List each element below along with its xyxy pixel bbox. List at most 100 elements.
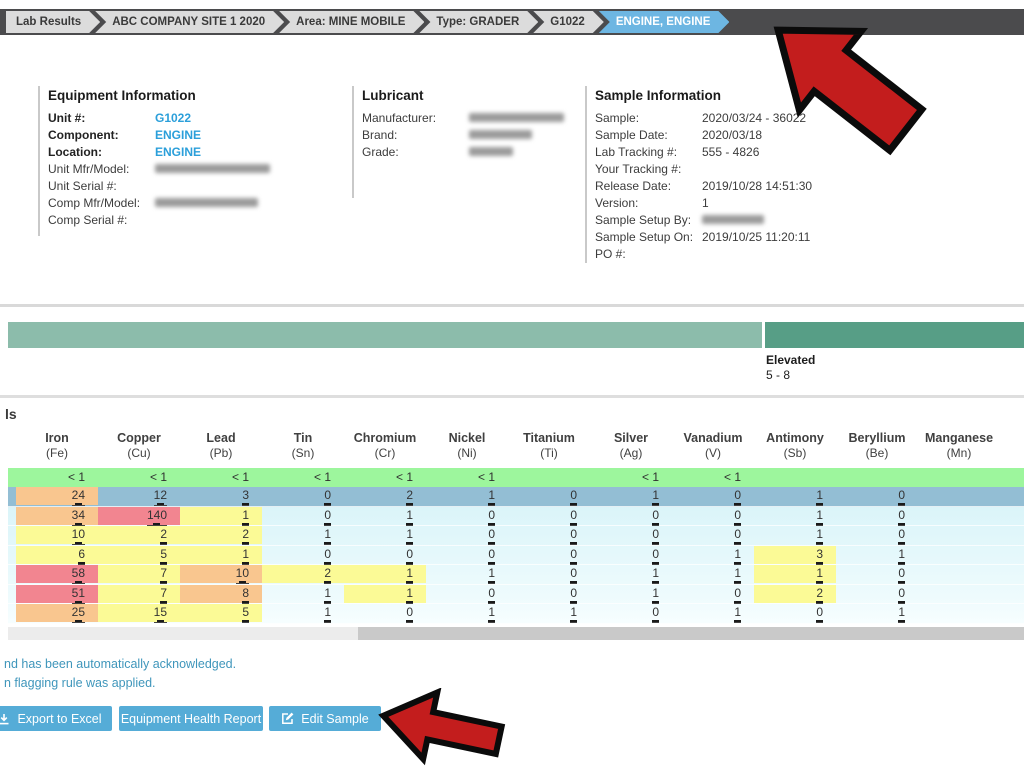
value-cell[interactable]: 1 xyxy=(590,487,672,505)
value-cell[interactable]: 0 xyxy=(426,585,508,603)
breadcrumb-item-3[interactable]: Area: MINE MOBILE xyxy=(279,11,424,33)
value-cell[interactable]: 34 xyxy=(16,507,98,525)
value-cell[interactable]: 0 xyxy=(508,507,590,525)
value-cell[interactable]: 0 xyxy=(508,565,590,583)
value-cell[interactable]: 1 xyxy=(508,604,590,622)
value-cell[interactable]: 1 xyxy=(262,526,344,544)
value-cell[interactable]: 0 xyxy=(262,507,344,525)
info-value-link[interactable]: G1022 xyxy=(155,110,191,127)
value-cell[interactable]: 1 xyxy=(426,604,508,622)
value-cell[interactable]: 0 xyxy=(590,604,672,622)
value-cell[interactable]: 1 xyxy=(344,565,426,583)
value-cell[interactable]: 0 xyxy=(590,546,672,564)
value-cell[interactable]: 1 xyxy=(672,604,754,622)
value-cell[interactable]: 1 xyxy=(672,565,754,583)
value-cell[interactable]: 0 xyxy=(836,526,918,544)
value-cell[interactable]: 140 xyxy=(98,507,180,525)
value-cell[interactable]: 15 xyxy=(98,604,180,622)
value-cell[interactable]: 51 xyxy=(16,585,98,603)
info-label: Sample Date: xyxy=(595,127,702,144)
value-cell[interactable]: 2 xyxy=(754,585,836,603)
value-cell[interactable]: 0 xyxy=(508,585,590,603)
value-cell[interactable]: 1 xyxy=(344,585,426,603)
value-cell[interactable]: 0 xyxy=(426,526,508,544)
value-cell[interactable]: 6 xyxy=(16,546,98,564)
value-cell[interactable]: 1 xyxy=(672,546,754,564)
value-cell[interactable]: 1 xyxy=(754,507,836,525)
value-cell[interactable]: 1 xyxy=(836,604,918,622)
value-cell[interactable]: 1 xyxy=(754,487,836,505)
column-header-tin: Tin(Sn) xyxy=(262,430,344,461)
value-cell[interactable]: 0 xyxy=(836,507,918,525)
value-cell[interactable]: 0 xyxy=(836,565,918,583)
value-cell[interactable]: 1 xyxy=(590,585,672,603)
value-cell[interactable]: 1 xyxy=(426,487,508,505)
edit-sample-button[interactable]: Edit Sample xyxy=(269,706,381,731)
value-cell[interactable]: 0 xyxy=(426,507,508,525)
value-cell[interactable]: 0 xyxy=(508,487,590,505)
value-cell[interactable]: 0 xyxy=(508,546,590,564)
value-cell[interactable]: 0 xyxy=(508,526,590,544)
value-cell[interactable]: 1 xyxy=(344,507,426,525)
value-cell[interactable]: 0 xyxy=(754,604,836,622)
value-cell[interactable]: 1 xyxy=(754,526,836,544)
value-cell[interactable]: 1 xyxy=(180,546,262,564)
value-cell[interactable]: 1 xyxy=(262,585,344,603)
value-cell[interactable]: 24 xyxy=(16,487,98,505)
value-cell[interactable]: 2 xyxy=(262,565,344,583)
info-value xyxy=(155,161,270,178)
value-cell[interactable]: 8 xyxy=(180,585,262,603)
table-row-selected: 2412302101010 xyxy=(8,487,1024,507)
value-cell[interactable]: 58 xyxy=(16,565,98,583)
severity-label-name: Elevated xyxy=(766,353,815,368)
value-cell[interactable]: 0 xyxy=(672,526,754,544)
value-cell[interactable]: 0 xyxy=(426,546,508,564)
value-cell[interactable]: 1 xyxy=(180,507,262,525)
value-cell[interactable]: 2 xyxy=(180,526,262,544)
breadcrumb-item-6-active[interactable]: ENGINE, ENGINE xyxy=(599,11,730,33)
info-value-link[interactable]: ENGINE xyxy=(155,127,201,144)
value-cell[interactable]: 0 xyxy=(262,546,344,564)
breadcrumb-item-2[interactable]: ABC COMPANY SITE 1 2020 xyxy=(95,11,284,33)
value-cell[interactable]: 0 xyxy=(836,585,918,603)
download-icon xyxy=(0,713,10,725)
breadcrumb-item-5[interactable]: G1022 xyxy=(533,11,604,33)
value-cell[interactable]: 1 xyxy=(344,526,426,544)
value-cell[interactable]: 25 xyxy=(16,604,98,622)
value-cell[interactable]: 2 xyxy=(344,487,426,505)
value-cell[interactable]: 0 xyxy=(344,546,426,564)
value-cell[interactable]: 7 xyxy=(98,585,180,603)
value-cell[interactable]: 0 xyxy=(262,487,344,505)
value-cell[interactable]: 3 xyxy=(754,546,836,564)
value-cell[interactable]: 0 xyxy=(590,526,672,544)
value-cell[interactable]: 1 xyxy=(262,604,344,622)
export-to-excel-button[interactable]: Export to Excel xyxy=(0,706,112,731)
value-cell[interactable]: 7 xyxy=(98,565,180,583)
redacted-text xyxy=(155,164,270,173)
value-cell[interactable]: 12 xyxy=(98,487,180,505)
value-cell[interactable]: 1 xyxy=(426,565,508,583)
value-cell[interactable]: 1 xyxy=(754,565,836,583)
info-label: Your Tracking #: xyxy=(595,161,702,178)
value-cell[interactable]: 5 xyxy=(98,546,180,564)
limit-cell: < 1 xyxy=(262,470,344,484)
value-cell[interactable]: 1 xyxy=(836,546,918,564)
scrollbar-thumb[interactable] xyxy=(358,627,1024,640)
value-cell[interactable]: 3 xyxy=(180,487,262,505)
value-cell[interactable]: 0 xyxy=(344,604,426,622)
value-cell[interactable]: 10 xyxy=(180,565,262,583)
breadcrumb-item-4[interactable]: Type: GRADER xyxy=(419,11,538,33)
value-cell[interactable]: 2 xyxy=(98,526,180,544)
info-value-link[interactable]: ENGINE xyxy=(155,144,201,161)
value-cell[interactable]: 5 xyxy=(180,604,262,622)
severity-label-range: 5 - 8 xyxy=(766,368,815,383)
value-cell[interactable]: 0 xyxy=(836,487,918,505)
value-cell[interactable]: 0 xyxy=(672,585,754,603)
equipment-health-report-button[interactable]: Equipment Health Report xyxy=(119,706,263,731)
breadcrumb-item-1[interactable]: Lab Results xyxy=(6,11,100,33)
value-cell[interactable]: 1 xyxy=(590,565,672,583)
value-cell[interactable]: 10 xyxy=(16,526,98,544)
value-cell[interactable]: 0 xyxy=(672,487,754,505)
value-cell[interactable]: 0 xyxy=(672,507,754,525)
value-cell[interactable]: 0 xyxy=(590,507,672,525)
